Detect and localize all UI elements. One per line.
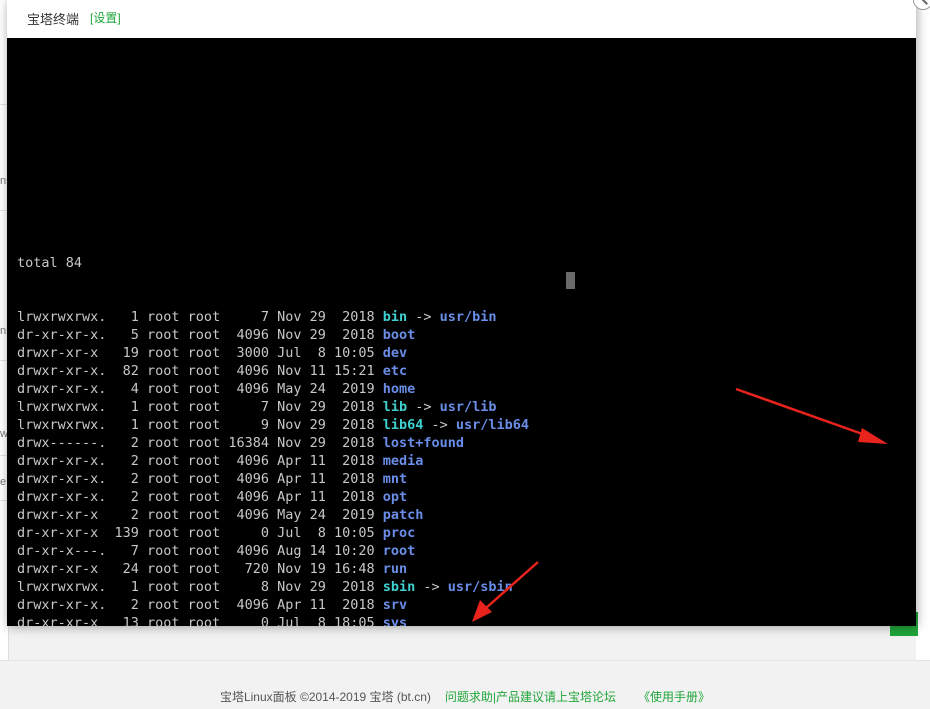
terminal-line: drwxr-xr-x. 82 root root 4096 Nov 11 15:… <box>17 362 529 380</box>
terminal-line: drwxr-xr-x. 4 root root 4096 May 24 2019… <box>17 380 529 398</box>
symlink-target: usr/lib64 <box>455 417 530 433</box>
page-footer: 宝塔Linux面板 ©2014-2019 宝塔 (bt.cn) 问题求助|产品建议… <box>0 660 930 709</box>
file-metadata: drwxr-xr-x. 2 root root 4096 Apr 11 2018 <box>17 597 383 613</box>
terminal-line: drwxr-xr-x 19 root root 3000 Jul 8 10:05… <box>17 344 529 362</box>
symlink-arrow: -> <box>415 579 448 595</box>
file-name: lib64 <box>382 417 424 433</box>
footer-help-link[interactable]: 问题求助|产品建议请上宝塔论坛 <box>445 690 616 704</box>
file-metadata: drwxr-xr-x. 2 root root 4096 Apr 11 2018 <box>17 471 383 487</box>
terminal-output: total 84 lrwxrwxrwx. 1 root root 7 Nov 2… <box>17 218 529 626</box>
symlink-arrow: -> <box>407 309 440 325</box>
terminal-line: drwxr-xr-x. 2 root root 4096 Apr 11 2018… <box>17 470 529 488</box>
file-metadata: drwxr-xr-x. 4 root root 4096 May 24 2019 <box>17 381 383 397</box>
close-icon <box>918 0 928 5</box>
terminal-line: dr-xr-xr-x 139 root root 0 Jul 8 10:05 p… <box>17 524 529 542</box>
terminal-line: drwxr-xr-x 2 root root 4096 May 24 2019 … <box>17 506 529 524</box>
file-metadata: dr-xr-xr-x. 5 root root 4096 Nov 29 2018 <box>17 327 383 343</box>
footer-manual-link[interactable]: 《使用手册》 <box>638 690 710 704</box>
terminal-line: dr-xr-xr-x 13 root root 0 Jul 8 18:05 sy… <box>17 614 529 626</box>
file-name: lib <box>382 399 408 415</box>
file-name: etc <box>382 363 408 379</box>
terminal-line: lrwxrwxrwx. 1 root root 9 Nov 29 2018 li… <box>17 416 529 434</box>
file-name: bin <box>382 309 408 325</box>
terminal-cursor <box>566 272 575 289</box>
file-metadata: drwx------. 2 root root 16384 Nov 29 201… <box>17 435 383 451</box>
modal-title: 宝塔终端 <box>27 12 80 27</box>
terminal-screen[interactable]: total 84 lrwxrwxrwx. 1 root root 7 Nov 2… <box>7 38 916 626</box>
terminal-line: drwxr-xr-x. 2 root root 4096 Apr 11 2018… <box>17 596 529 614</box>
file-metadata: lrwxrwxrwx. 1 root root 9 Nov 29 2018 <box>17 417 383 433</box>
file-metadata: dr-xr-xr-x 139 root root 0 Jul 8 10:05 <box>17 525 383 541</box>
terminal-line: lrwxrwxrwx. 1 root root 7 Nov 29 2018 li… <box>17 398 529 416</box>
terminal-line: drwxr-xr-x. 2 root root 4096 Apr 11 2018… <box>17 452 529 470</box>
terminal-line: drwxr-xr-x 24 root root 720 Nov 19 16:48… <box>17 560 529 578</box>
file-metadata: drwxr-xr-x 2 root root 4096 May 24 2019 <box>17 507 383 523</box>
file-name: boot <box>382 327 416 343</box>
terminal-line: lrwxrwxrwx. 1 root root 8 Nov 29 2018 sb… <box>17 578 529 596</box>
file-name: opt <box>382 489 408 505</box>
symlink-target: usr/sbin <box>447 579 513 595</box>
file-metadata: drwxr-xr-x 24 root root 720 Nov 19 16:48 <box>17 561 383 577</box>
file-metadata: drwxr-xr-x. 2 root root 4096 Apr 11 2018 <box>17 453 383 469</box>
file-metadata: dr-xr-xr-x 13 root root 0 Jul 8 18:05 <box>17 615 383 626</box>
file-metadata: drwxr-xr-x. 82 root root 4096 Nov 11 15:… <box>17 363 383 379</box>
modal-header: 宝塔终端 [设置] <box>7 0 916 38</box>
terminal-line: dr-xr-xr-x. 5 root root 4096 Nov 29 2018… <box>17 326 529 344</box>
terminal-settings-link[interactable]: [设置] <box>90 9 121 26</box>
terminal-line: lrwxrwxrwx. 1 root root 7 Nov 29 2018 bi… <box>17 308 529 326</box>
terminal-line: drwxr-xr-x. 2 root root 4096 Apr 11 2018… <box>17 488 529 506</box>
file-name: srv <box>382 597 408 613</box>
footer-copyright: 宝塔Linux面板 ©2014-2019 宝塔 (bt.cn) <box>219 690 431 704</box>
file-name: sys <box>382 615 408 626</box>
symlink-target: usr/bin <box>439 309 497 325</box>
symlink-arrow: -> <box>423 417 456 433</box>
terminal-line: dr-xr-x---. 7 root root 4096 Aug 14 10:2… <box>17 542 529 560</box>
symlink-arrow: -> <box>407 399 440 415</box>
file-name: dev <box>382 345 408 361</box>
file-name: sbin <box>382 579 416 595</box>
file-name: run <box>382 561 408 577</box>
file-name: lost+found <box>382 435 465 451</box>
file-metadata: lrwxrwxrwx. 1 root root 7 Nov 29 2018 <box>17 399 383 415</box>
terminal-total-line: total 84 <box>17 255 83 271</box>
file-name: mnt <box>382 471 408 487</box>
symlink-target: usr/lib <box>439 399 497 415</box>
file-name: root <box>382 543 416 559</box>
file-metadata: lrwxrwxrwx. 1 root root 8 Nov 29 2018 <box>17 579 383 595</box>
file-name: proc <box>382 525 416 541</box>
file-name: home <box>382 381 416 397</box>
footer-text: 宝塔Linux面板 ©2014-2019 宝塔 (bt.cn) 问题求助|产品建议… <box>0 688 930 705</box>
background-right-strip <box>916 0 930 660</box>
file-name: media <box>382 453 424 469</box>
file-metadata: drwxr-xr-x. 2 root root 4096 Apr 11 2018 <box>17 489 383 505</box>
terminal-line: drwx------. 2 root root 16384 Nov 29 201… <box>17 434 529 452</box>
file-metadata: lrwxrwxrwx. 1 root root 7 Nov 29 2018 <box>17 309 383 325</box>
file-name: patch <box>382 507 424 523</box>
terminal-modal: 宝塔终端 [设置] total 84 lrwxrwxrwx. 1 root ro… <box>7 0 916 626</box>
file-metadata: drwxr-xr-x 19 root root 3000 Jul 8 10:05 <box>17 345 383 361</box>
file-metadata: dr-xr-x---. 7 root root 4096 Aug 14 10:2… <box>17 543 383 559</box>
